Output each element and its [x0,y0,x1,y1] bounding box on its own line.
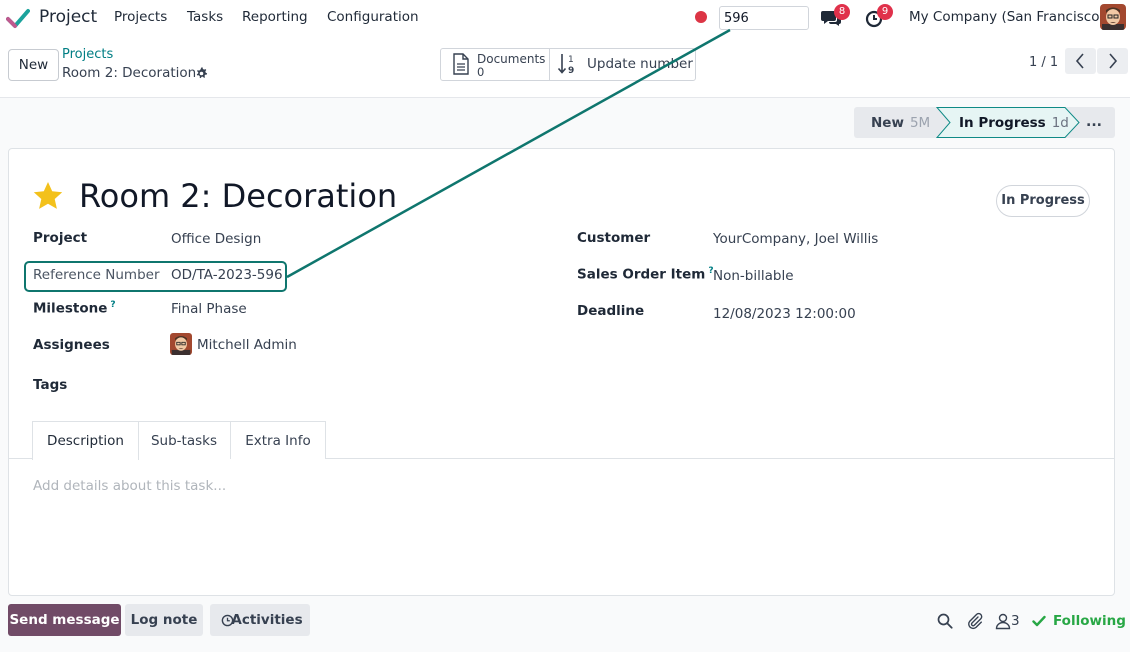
stage-new-count: 5M [909,115,931,131]
tags-input[interactable] [171,372,551,398]
sales-order-label: Sales Order Item? [577,266,714,283]
milestone-help-icon[interactable]: ? [110,300,115,310]
customer-value[interactable]: YourCompany, Joel Willis [713,231,878,247]
svg-text:1: 1 [568,55,574,65]
log-note-button[interactable]: Log note [125,604,203,636]
customer-label: Customer [577,230,651,246]
svg-text:9: 9 [568,66,574,76]
chevron-left-icon [1075,53,1084,69]
followers-user-icon[interactable] [994,612,1012,630]
recording-indicator-icon [695,11,707,23]
user-face-icon [1100,4,1126,30]
stage-new[interactable]: New 5M [871,115,930,131]
sales-order-value[interactable]: Non-billable [713,268,794,284]
search-icon[interactable] [936,612,954,630]
following-button[interactable]: Following [1053,613,1126,629]
chevron-right-icon [1109,53,1118,69]
star-icon[interactable] [32,180,64,212]
check-icon [1032,615,1046,627]
project-value[interactable]: Office Design [171,231,261,247]
activities-badge: 9 [877,4,893,20]
project-label: Project [33,230,88,246]
breadcrumb-current: Room 2: Decoration [62,65,197,81]
documents-count: 0 [477,65,485,79]
search-input[interactable] [719,6,809,30]
messages-button[interactable]: 8 [820,4,850,30]
assignee-name[interactable]: Mitchell Admin [197,337,297,353]
company-switcher[interactable]: My Company (San Francisco) [909,9,1105,25]
followers-count[interactable]: 3 [1011,613,1020,629]
tab-extra-info[interactable]: Extra Info [230,421,326,459]
stage-new-label: New [871,115,904,131]
milestone-label-text: Milestone [33,300,108,317]
assignee-avatar [170,333,192,355]
project-app-icon[interactable] [6,6,30,30]
deadline-label: Deadline [577,303,645,319]
breadcrumb-projects[interactable]: Projects [62,47,113,62]
pager-next-button[interactable] [1097,48,1128,74]
pager-value[interactable]: 1 / 1 [1029,55,1058,70]
sort-numeric-icon: 1 9 [557,54,574,76]
document-icon [453,53,469,75]
app-name[interactable]: Project [39,7,97,27]
update-number-label: Update number [587,56,693,72]
messages-badge: 8 [834,4,850,20]
tab-sub-tasks[interactable]: Sub-tasks [138,421,231,459]
stage-in-progress[interactable]: In Progress 1d [959,115,1069,131]
task-title[interactable]: Room 2: Decoration [79,177,397,215]
description-editor[interactable]: Add details about this task... [33,478,226,494]
assignees-label: Assignees [33,337,110,353]
clock-small-icon [221,614,234,627]
user-avatar[interactable] [1100,4,1126,30]
stage-more-button[interactable]: ... [1086,114,1102,130]
menu-projects[interactable]: Projects [114,9,167,25]
send-message-button[interactable]: Send message [8,604,121,636]
milestone-label: Milestone? [33,300,116,317]
activities-button[interactable]: 9 [865,4,893,30]
paperclip-icon[interactable] [966,612,984,630]
tags-label: Tags [33,377,68,393]
menu-reporting[interactable]: Reporting [242,9,308,25]
pager-previous-button[interactable] [1065,48,1096,74]
stage-active-count: 1d [1051,115,1069,131]
new-button[interactable]: New [8,49,59,81]
gear-icon[interactable] [195,67,208,80]
milestone-value[interactable]: Final Phase [171,301,247,317]
activities-button-label: Activities [231,612,303,628]
stage-active-label: In Progress [959,115,1046,131]
reference-number-value: OD/TA-2023-596 [171,267,283,283]
deadline-value[interactable]: 12/08/2023 12:00:00 [713,306,856,322]
sales-order-label-text: Sales Order Item [577,266,706,283]
menu-configuration[interactable]: Configuration [327,9,419,25]
tab-description[interactable]: Description [32,421,139,460]
task-status-button[interactable]: In Progress [996,185,1090,217]
assignee-face-icon [170,333,192,355]
documents-label: Documents [477,52,546,66]
reference-number-label: Reference Number [33,267,160,283]
menu-tasks[interactable]: Tasks [187,9,223,25]
